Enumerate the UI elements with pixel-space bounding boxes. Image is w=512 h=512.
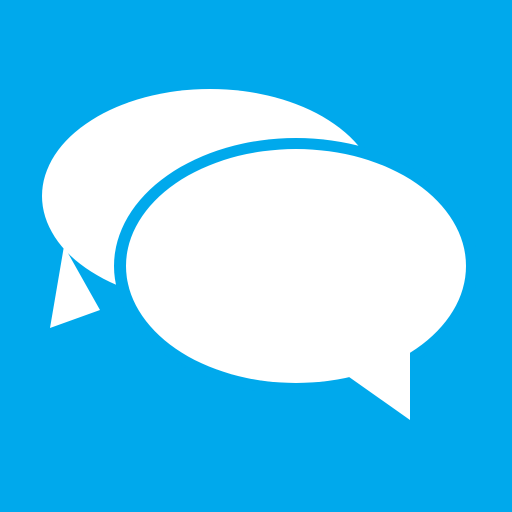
chat-bubbles-app-icon [0,0,512,512]
